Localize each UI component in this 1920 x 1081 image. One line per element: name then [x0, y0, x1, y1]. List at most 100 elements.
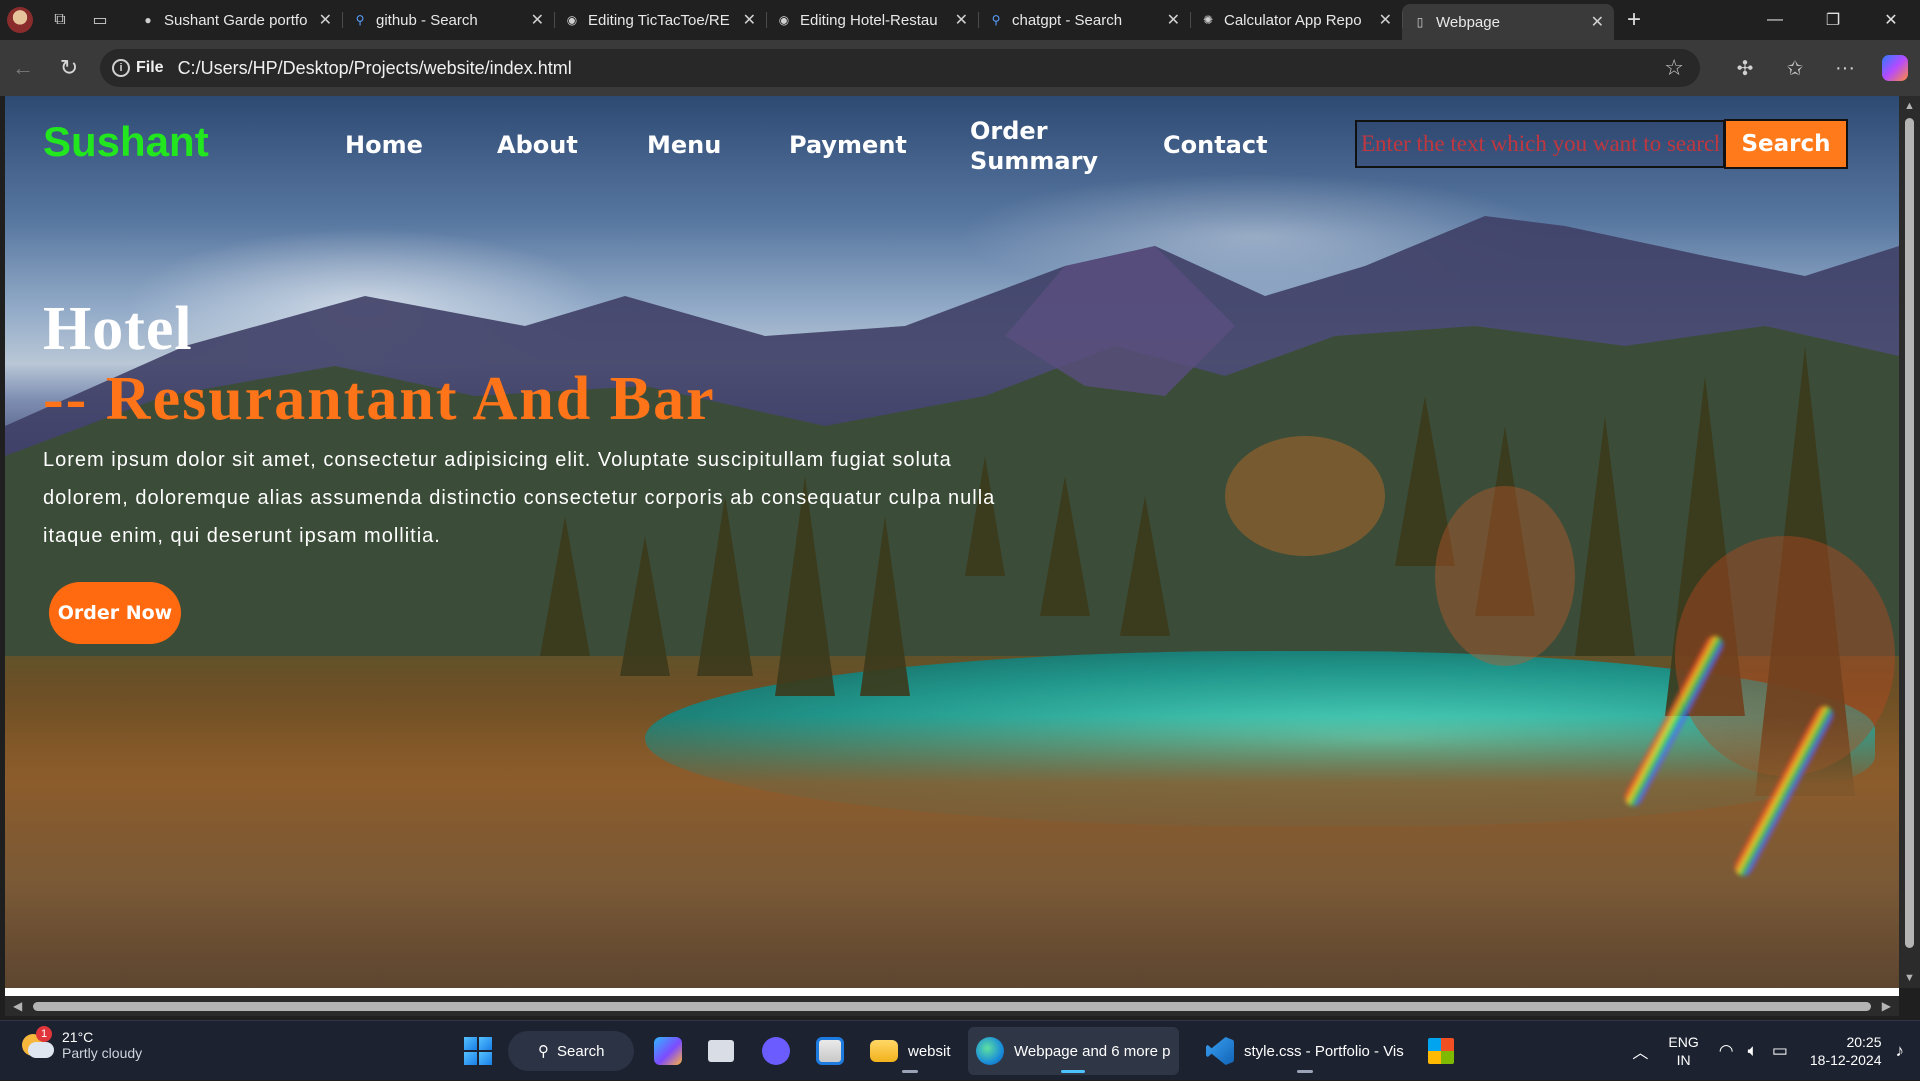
site-search-input[interactable] — [1355, 120, 1725, 168]
new-tab-button[interactable]: + — [1614, 6, 1654, 34]
weather-condition: Partly cloudy — [62, 1045, 143, 1061]
close-icon[interactable]: ✕ — [743, 10, 756, 30]
close-icon[interactable]: ✕ — [1591, 12, 1604, 32]
vertical-scroll-thumb[interactable] — [1905, 118, 1914, 948]
teams-app[interactable] — [754, 1027, 798, 1075]
site-search-button[interactable]: Search — [1724, 119, 1848, 169]
copilot-icon[interactable] — [1882, 55, 1908, 81]
foreground-ground — [5, 716, 1899, 988]
nav-link-contact[interactable]: Contact — [1163, 130, 1268, 160]
window-controls: — ❐ ✕ — [1746, 0, 1920, 40]
tab-2[interactable]: ◉ Editing TicTacToe/RE ✕ — [554, 4, 766, 36]
close-window-button[interactable]: ✕ — [1862, 0, 1920, 40]
more-icon: ··· — [1835, 56, 1855, 79]
favorites-icon: ✩ — [1786, 57, 1804, 80]
nav-link-payment[interactable]: Payment — [789, 130, 907, 160]
tab-actions-button[interactable]: ▭ — [80, 0, 120, 40]
tab-0[interactable]: ● Sushant Garde portfo ✕ — [130, 4, 342, 36]
tab-6[interactable]: ▯ Webpage ✕ — [1402, 4, 1614, 40]
extensions-button[interactable]: ✣ — [1720, 40, 1770, 96]
more-button[interactable]: ··· — [1820, 40, 1870, 96]
region-code: IN — [1676, 1052, 1691, 1068]
taskbar-item-vscode[interactable]: style.css - Portfolio - Vis — [1198, 1027, 1412, 1075]
scroll-up-icon[interactable]: ▲ — [1904, 100, 1915, 112]
hero-title: Hotel — [43, 295, 193, 363]
close-icon[interactable]: ✕ — [531, 10, 544, 30]
github-avatar-icon: ● — [144, 13, 152, 27]
tab-4[interactable]: ⚲ chatgpt - Search ✕ — [978, 4, 1190, 36]
store-app[interactable] — [808, 1027, 852, 1075]
hero-description: Lorem ipsum dolor sit amet, consectetur … — [43, 449, 996, 547]
minimize-icon: — — [1767, 11, 1783, 28]
puzzle-icon: ✣ — [1736, 57, 1754, 80]
taskbar-item-explorer[interactable]: websit — [862, 1027, 959, 1075]
running-indicator — [902, 1070, 919, 1073]
scroll-down-icon[interactable]: ▼ — [1904, 972, 1915, 984]
horizontal-scroll-thumb[interactable] — [33, 1002, 1871, 1011]
taskbar-item-edge[interactable]: Webpage and 6 more p — [968, 1027, 1179, 1075]
weather-widget[interactable]: 1 21°C Partly cloudy — [20, 1026, 143, 1061]
taskbar-item-label: websit — [908, 1042, 951, 1060]
github-icon: ◉ — [566, 13, 578, 27]
nav-link-order-summary[interactable]: Order Summary — [970, 116, 1100, 176]
clock[interactable]: 20:25 18-12-2024 — [1810, 1033, 1882, 1069]
chevron-up-icon[interactable]: ︿ — [1632, 1039, 1648, 1063]
webpage-viewport: Sushant Home About Menu Payment Order Su… — [5, 96, 1899, 988]
taskbar-search[interactable]: ⚲ Search — [508, 1031, 634, 1071]
url-text[interactable]: C:/Users/HP/Desktop/Projects/website/ind… — [178, 58, 572, 79]
vertical-scrollbar[interactable]: ▲ ▼ — [1899, 96, 1920, 988]
plus-icon: + — [1626, 6, 1641, 33]
refresh-icon: ↻ — [59, 55, 79, 80]
page-bottom-strip — [5, 988, 1899, 996]
close-icon[interactable]: ✕ — [1167, 10, 1180, 30]
task-view-icon — [708, 1040, 734, 1062]
language-indicator[interactable]: ENG IN — [1668, 1033, 1698, 1069]
nav-link-about[interactable]: About — [497, 130, 578, 160]
copilot-app[interactable] — [646, 1027, 690, 1075]
taskbar-item-label: Webpage and 6 more p — [1014, 1042, 1171, 1060]
toolbar-actions: ✣ ✩ ··· — [1720, 40, 1920, 96]
running-indicator — [1296, 1070, 1313, 1073]
edge-icon — [976, 1037, 1004, 1065]
restore-button[interactable]: ❐ — [1804, 0, 1862, 40]
order-now-button[interactable]: Order Now — [49, 582, 181, 644]
favorites-button[interactable]: ✩ — [1770, 40, 1820, 96]
nav-link-home[interactable]: Home — [345, 130, 423, 160]
workspaces-icon: ⧉ — [54, 11, 66, 28]
browser-tab-strip: ⧉ ▭ ● Sushant Garde portfo ✕ ⚲ github - … — [0, 0, 1920, 40]
task-view-app[interactable] — [700, 1027, 742, 1075]
tab-3[interactable]: ◉ Editing Hotel-Restau ✕ — [766, 4, 978, 36]
scroll-right-icon[interactable]: ▶ — [1882, 999, 1891, 1013]
minimize-button[interactable]: — — [1746, 0, 1804, 40]
horizontal-scrollbar[interactable]: ◀ ▶ — [5, 996, 1899, 1016]
start-button[interactable] — [456, 1027, 500, 1075]
back-button[interactable]: ← — [0, 45, 46, 91]
profile-button[interactable] — [0, 0, 40, 40]
colorful-app[interactable] — [1420, 1027, 1462, 1075]
quick-settings[interactable]: ◠ 🔈︎ ▭ — [1719, 1041, 1788, 1061]
running-indicator — [1061, 1070, 1086, 1073]
close-icon[interactable]: ✕ — [319, 10, 332, 30]
tab-title: chatgpt - Search — [1012, 11, 1123, 29]
address-bar[interactable]: i File C:/Users/HP/Desktop/Projects/webs… — [100, 49, 1700, 87]
restore-icon: ❐ — [1825, 12, 1841, 29]
search-icon: ⚲ — [538, 1043, 549, 1060]
tab-5[interactable]: ✺ Calculator App Repo ✕ — [1190, 4, 1402, 36]
scroll-left-icon[interactable]: ◀ — [13, 999, 22, 1013]
weather-temp: 21°C — [62, 1029, 94, 1045]
nav-link-menu[interactable]: Menu — [647, 130, 721, 160]
star-icon[interactable]: ☆ — [1664, 55, 1684, 81]
info-icon[interactable]: i — [112, 59, 130, 77]
refresh-button[interactable]: ↻ — [46, 45, 92, 91]
notification-bell-icon[interactable]: ♪ — [1896, 1041, 1905, 1061]
app-grid-icon — [1428, 1038, 1454, 1064]
workspaces-button[interactable]: ⧉ — [40, 0, 80, 40]
tab-1[interactable]: ⚲ github - Search ✕ — [342, 4, 554, 36]
close-icon[interactable]: ✕ — [1379, 10, 1392, 30]
site-brand[interactable]: Sushant — [43, 118, 209, 166]
volume-icon: 🔈︎ — [1747, 1041, 1758, 1060]
hero-subtitle: -- Resurantant And Bar — [43, 365, 716, 433]
clock-time: 20:25 — [1846, 1034, 1882, 1050]
close-icon[interactable]: ✕ — [955, 10, 968, 30]
search-icon: ⚲ — [355, 13, 365, 27]
